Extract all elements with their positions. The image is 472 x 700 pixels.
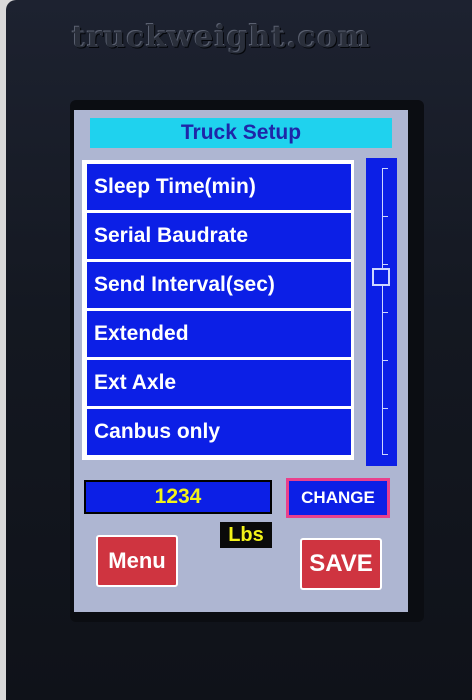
scroll-tick [382, 216, 388, 217]
list-item-ext-axle[interactable]: Ext Axle [87, 360, 351, 406]
save-button[interactable]: SAVE [300, 538, 382, 590]
touch-screen: Truck Setup Sleep Time(min) Serial Baudr… [74, 110, 408, 612]
scroll-tick [382, 408, 388, 409]
list-item-canbus-only[interactable]: Canbus only [87, 409, 351, 455]
scroll-track [382, 168, 383, 454]
unit-label: Lbs [220, 522, 272, 548]
weight-value-display: 1234 [84, 480, 272, 514]
list-item-serial-baudrate[interactable]: Serial Baudrate [87, 213, 351, 259]
list-scrollbar[interactable] [366, 158, 397, 466]
scroll-tick [382, 454, 388, 455]
list-item-send-interval[interactable]: Send Interval(sec) [87, 262, 351, 308]
list-item-sleep-time[interactable]: Sleep Time(min) [87, 164, 351, 210]
brand-logo: truckweight.com [72, 20, 371, 55]
scroll-thumb[interactable] [372, 267, 390, 286]
menu-button[interactable]: Menu [96, 535, 178, 587]
change-button[interactable]: CHANGE [286, 478, 390, 518]
scroll-tick [382, 264, 388, 265]
settings-list: Sleep Time(min) Serial Baudrate Send Int… [82, 160, 354, 460]
scroll-tick [382, 312, 388, 313]
list-item-extended[interactable]: Extended [87, 311, 351, 357]
page-title: Truck Setup [90, 118, 392, 148]
scroll-tick [382, 168, 388, 169]
scroll-tick [382, 360, 388, 361]
